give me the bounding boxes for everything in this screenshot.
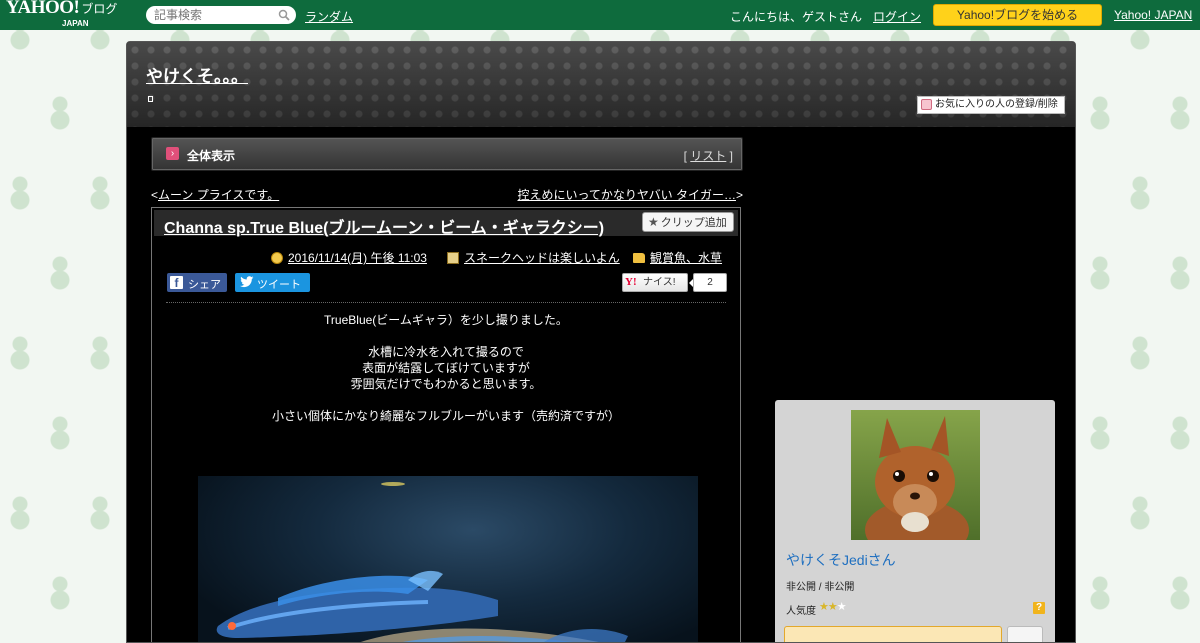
article-title[interactable]: Channa sp.True Blue(ブルームーン・ビーム・ギャラクシー) [164, 214, 604, 238]
facebook-share-button[interactable]: f シェア [167, 273, 227, 292]
folder-icon [633, 253, 645, 263]
favorite-icon [921, 99, 932, 110]
article-book-category: スネークヘッドは楽しいよん [447, 249, 620, 266]
body-line: 雰囲気だけでもわかると思います。 [350, 377, 542, 391]
clip-button[interactable]: ★ クリップ追加 [642, 212, 734, 232]
twitter-icon [240, 276, 254, 288]
greeting-text: こんにちは、ゲストさん [730, 10, 863, 24]
tweet-button[interactable]: ツイート [235, 273, 310, 292]
star-filled-icon: ★ [827, 601, 838, 613]
profile-card: やけくそJediさん 非公開 / 非公開 人気度 ★★★ ? [775, 400, 1055, 642]
clip-button-label: クリップ追加 [660, 217, 727, 229]
search-icon[interactable] [278, 9, 290, 21]
search-input[interactable] [146, 6, 279, 24]
next-post-link[interactable]: 控えめにいってかなりヤバい タイガー… [517, 188, 736, 202]
star-filled-icon: ★ [819, 601, 829, 613]
list-link[interactable]: リスト [690, 149, 726, 163]
blog-frame: やけくそ。。。 お気に入りの人の登録/削除 › 全体表示 [ リスト ] <ムー… [126, 41, 1076, 643]
fish-photo-illustration [216, 482, 628, 642]
masthead: YAHOO!ブログ JAPAN ランダム こんにちは、ゲストさん ログイン Ya… [0, 0, 1200, 30]
popularity-stars: ★★★ [819, 600, 847, 613]
prev-post-nav: <ムーン プライスです。 [151, 186, 279, 203]
avatar[interactable] [851, 410, 980, 540]
star-icon: ★ [648, 215, 659, 229]
nice-button[interactable]: Y! ナイス! [622, 273, 688, 292]
nice-count: 2 [689, 273, 727, 292]
blog-header: やけくそ。。。 お気に入りの人の登録/削除 [127, 42, 1075, 127]
list-bracket-close: ] [729, 149, 733, 163]
article-header: Channa sp.True Blue(ブルームーン・ビーム・ギャラクシー) ★… [154, 210, 738, 238]
prev-arrow: < [151, 188, 159, 202]
random-link[interactable]: ランダム [305, 8, 353, 25]
star-empty-icon: ★ [836, 601, 847, 613]
help-icon[interactable]: ? [1033, 602, 1045, 614]
logo-brand: YAHOO! [6, 0, 80, 18]
list-link-wrap: [ リスト ] [684, 147, 733, 164]
article-photo[interactable] [198, 476, 698, 642]
search-box [146, 6, 296, 24]
article-folder-category: 観賞魚、水草 [633, 249, 722, 266]
login-link[interactable]: ログイン [873, 8, 921, 25]
prev-post-link[interactable]: ムーン プライスです。 [158, 188, 279, 202]
facebook-icon: f [170, 276, 183, 290]
profile-visibility: 非公開 / 非公開 [786, 582, 855, 593]
body-line: 小さい個体にかなり綺麗なフルブルーがいます（売約済ですが） [271, 409, 620, 423]
body-line: 水槽に冷水を入れて撮るので [368, 345, 524, 359]
favorite-button-label: お気に入りの人の登録/削除 [935, 99, 1058, 110]
yahoo-blog-logo[interactable]: YAHOO! ブログ JAPAN [6, 0, 118, 28]
article-body: TrueBlue(ビームギャラ）を少し撮りました。 水槽に冷水を入れて撮るので … [152, 312, 740, 424]
article-date: 2016/11/14(月) 午後 11:03 [271, 249, 427, 266]
yahoo-y-icon: Y! [625, 276, 637, 288]
profile-action-button[interactable] [784, 626, 1002, 642]
start-blog-button[interactable]: Yahoo!ブログを始める [933, 4, 1102, 26]
logo-suffix: ブログ [81, 2, 118, 16]
article: Channa sp.True Blue(ブルームーン・ビーム・ギャラクシー) ★… [151, 207, 741, 642]
next-arrow: > [735, 188, 743, 202]
nice-button-label: ナイス! [643, 277, 676, 288]
full-display-bar: › 全体表示 [ リスト ] [151, 137, 743, 171]
body-line: 表面が結露してぼけていますが [362, 361, 530, 375]
profile-secondary-button[interactable] [1007, 626, 1043, 642]
full-display-label: 全体表示 [187, 149, 236, 163]
logo-sub: JAPAN [62, 19, 89, 28]
favorite-button[interactable]: お気に入りの人の登録/削除 [917, 96, 1065, 114]
blog-subtitle-glyph [148, 96, 153, 102]
folder-category-link[interactable]: 観賞魚、水草 [650, 251, 722, 265]
yahoo-japan-link[interactable]: Yahoo! JAPAN [1114, 8, 1192, 22]
article-divider [166, 302, 726, 303]
popularity-label: 人気度 [786, 606, 816, 617]
profile-name-link[interactable]: やけくそJediさん [786, 550, 896, 570]
tweet-button-label: ツイート [257, 279, 301, 291]
blog-title[interactable]: やけくそ。。。 [146, 62, 248, 87]
body-line: TrueBlue(ビームギャラ）を少し撮りました。 [324, 313, 568, 327]
arrow-right-icon: › [166, 147, 179, 160]
clock-icon [271, 252, 283, 264]
book-category-link[interactable]: スネークヘッドは楽しいよん [464, 251, 620, 265]
list-bracket-open: [ [683, 149, 687, 163]
book-icon [447, 252, 459, 264]
share-button-label: シェア [188, 279, 221, 291]
squirrel-avatar-illustration [865, 416, 969, 540]
next-post-nav: 控えめにいってかなりヤバい タイガー…> [517, 186, 743, 203]
article-date-link[interactable]: 2016/11/14(月) 午後 11:03 [288, 251, 427, 265]
